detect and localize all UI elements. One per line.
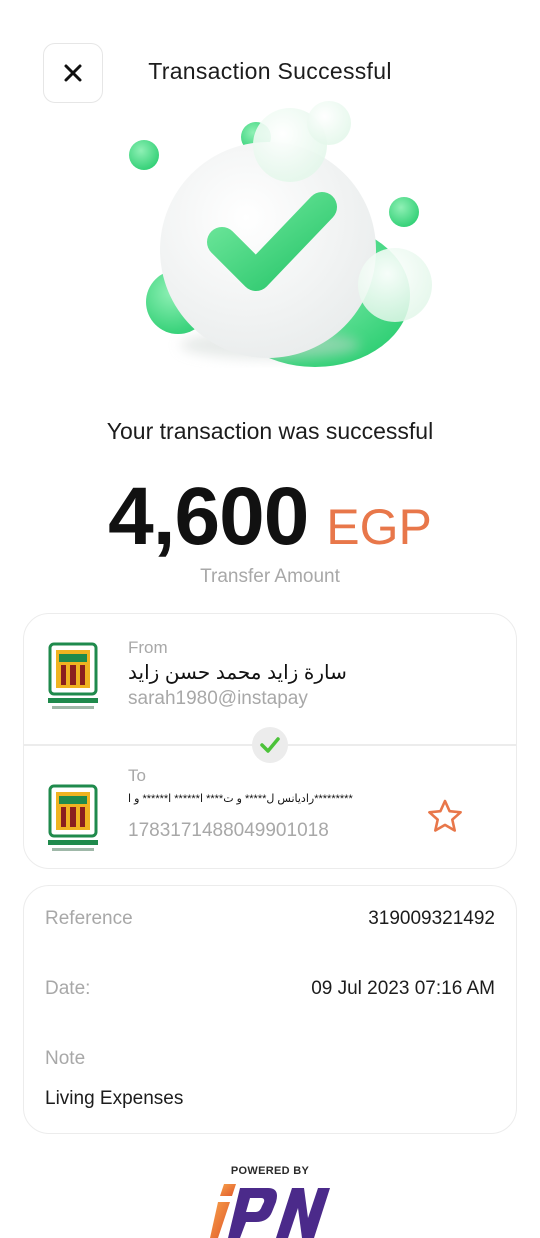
amount-label: Transfer Amount bbox=[200, 566, 340, 587]
success-check-illustration bbox=[129, 101, 432, 367]
national-bank-of-egypt-logo bbox=[48, 784, 98, 851]
powered-by-label: POWERED BY bbox=[230, 1165, 310, 1177]
sender-name: سارة زايد محمد حسن زايد bbox=[128, 662, 347, 684]
page-title: Transaction Successful bbox=[148, 58, 392, 84]
reference-value: 319009321492 bbox=[368, 908, 495, 929]
from-caption: From bbox=[128, 638, 168, 657]
ipn-logo bbox=[210, 1184, 330, 1238]
parties-card: From سارة زايد محمد حسن زايد sarah1980@i… bbox=[23, 613, 517, 869]
date-label: Date: bbox=[45, 978, 91, 999]
star-outline-icon[interactable] bbox=[426, 798, 464, 834]
transfer-amount: 4,600 bbox=[108, 471, 309, 562]
sender-address: sarah1980@instapay bbox=[128, 688, 308, 709]
sender-section: From سارة زايد محمد حسن زايد sarah1980@i… bbox=[24, 614, 516, 742]
note-label: Note bbox=[45, 1048, 86, 1069]
reference-label: Reference bbox=[45, 908, 133, 929]
recipient-account: 1783171488049901018 bbox=[128, 820, 329, 841]
success-message: Your transaction was successful bbox=[106, 418, 434, 444]
recipient-name: راديانس ل***** و ت**** ا****** ا****** و… bbox=[128, 793, 353, 805]
date-value: 09 Jul 2023 07:16 AM bbox=[311, 978, 495, 999]
currency-code: EGP bbox=[326, 499, 432, 555]
national-bank-of-egypt-logo bbox=[48, 642, 98, 709]
to-caption: To bbox=[128, 766, 146, 785]
note-value: Living Expenses bbox=[45, 1088, 184, 1109]
details-card: Reference 319009321492 Date: 09 Jul 2023… bbox=[23, 885, 517, 1134]
recipient-section: To راديانس ل***** و ت**** ا****** ا*****… bbox=[24, 744, 516, 872]
amount-row: 4,600 EGP bbox=[0, 470, 540, 564]
transaction-success-screen: Transaction Successful Your transaction … bbox=[0, 0, 540, 1238]
